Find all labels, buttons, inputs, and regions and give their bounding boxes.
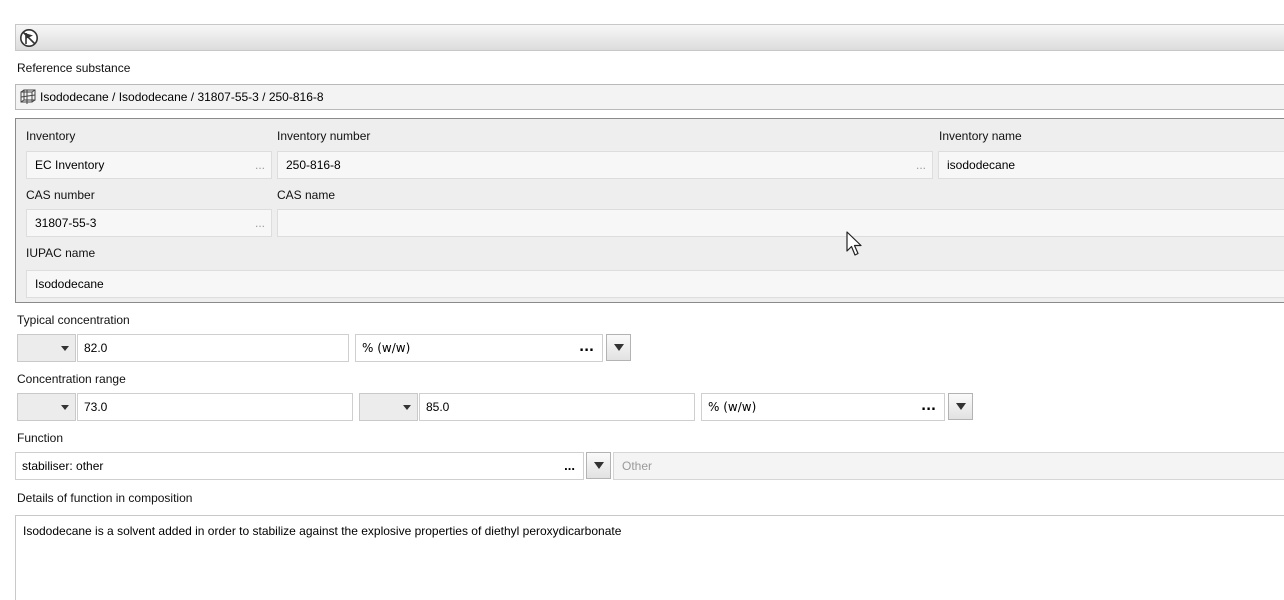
inventory-number-field: 250-816-8 ... — [277, 151, 933, 179]
cas-number-value: 31807-55-3 — [35, 216, 97, 230]
details-textarea[interactable]: Isododecane is a solvent added in order … — [15, 515, 1284, 600]
function-label: Function — [17, 431, 64, 445]
chevron-down-icon — [613, 344, 624, 351]
cas-name-field — [277, 209, 1284, 237]
mouse-pointer-icon — [846, 231, 862, 256]
iupac-name-value: Isododecane — [35, 277, 104, 291]
cas-number-ellipsis-button[interactable]: ... — [255, 216, 265, 230]
inventory-ellipsis-button[interactable]: ... — [255, 158, 265, 172]
cas-number-field: 31807-55-3 ... — [26, 209, 272, 237]
typical-concentration-label: Typical concentration — [17, 313, 130, 327]
concentration-range-unit-value: % (w/w) — [708, 400, 757, 414]
inventory-number-ellipsis-button[interactable]: ... — [916, 158, 926, 172]
chevron-down-icon — [61, 345, 69, 351]
function-field[interactable]: stabiliser: other ... — [15, 452, 584, 480]
inventory-name-label: Inventory name — [939, 129, 1022, 143]
inventory-field: EC Inventory ... — [26, 151, 272, 179]
function-value: stabiliser: other — [22, 459, 104, 473]
typical-concentration-unit-value: % (w/w) — [362, 341, 411, 355]
details-label: Details of function in composition — [17, 491, 193, 505]
concentration-range-upper-input[interactable]: 85.0 — [419, 393, 695, 421]
cas-name-label: CAS name — [277, 188, 336, 202]
function-other-input[interactable]: Other — [613, 452, 1284, 480]
concentration-range-label: Concentration range — [17, 372, 126, 386]
chevron-down-icon — [955, 403, 966, 410]
section-toolbar — [15, 24, 1284, 51]
concentration-range-lower-input[interactable]: 73.0 — [77, 393, 353, 421]
inventory-value: EC Inventory — [35, 158, 105, 172]
inventory-name-value: isododecane — [947, 158, 1016, 172]
inventory-name-field: isododecane — [938, 151, 1284, 179]
concentration-range-upper-qualifier-dropdown[interactable] — [359, 393, 418, 421]
substance-structure-icon — [20, 89, 36, 104]
reference-substance-label: Reference substance — [17, 61, 131, 75]
typical-concentration-unit-field[interactable]: % (w/w) ... — [355, 334, 603, 362]
concentration-range-lower-qualifier-dropdown[interactable] — [17, 393, 76, 421]
reference-substance-value: Isododecane / Isododecane / 31807-55-3 /… — [40, 90, 324, 104]
flag-icon[interactable] — [19, 28, 39, 48]
inventory-number-label: Inventory number — [277, 129, 371, 143]
function-dropdown-button[interactable] — [586, 452, 611, 479]
inventory-panel: Inventory Inventory number Inventory nam… — [15, 118, 1284, 303]
chevron-down-icon — [61, 404, 69, 410]
concentration-range-unit-ellipsis-button[interactable]: ... — [921, 399, 936, 414]
typical-concentration-qualifier-dropdown[interactable] — [17, 334, 76, 362]
inventory-number-value: 250-816-8 — [286, 158, 341, 172]
cas-number-label: CAS number — [26, 188, 95, 202]
typical-concentration-unit-dropdown-button[interactable] — [606, 334, 631, 361]
typical-concentration-input[interactable]: 82.0 — [77, 334, 349, 362]
iupac-name-field: Isododecane — [26, 270, 1284, 298]
concentration-range-unit-dropdown-button[interactable] — [948, 393, 973, 420]
typical-concentration-unit-ellipsis-button[interactable]: ... — [579, 340, 594, 355]
concentration-range-unit-field[interactable]: % (w/w) ... — [701, 393, 945, 421]
chevron-down-icon — [403, 404, 411, 410]
chevron-down-icon — [593, 462, 604, 469]
iupac-name-label: IUPAC name — [26, 246, 96, 260]
reference-substance-field[interactable]: Isododecane / Isododecane / 31807-55-3 /… — [15, 84, 1284, 110]
inventory-label: Inventory — [26, 129, 76, 143]
function-ellipsis-button[interactable]: ... — [564, 458, 575, 473]
